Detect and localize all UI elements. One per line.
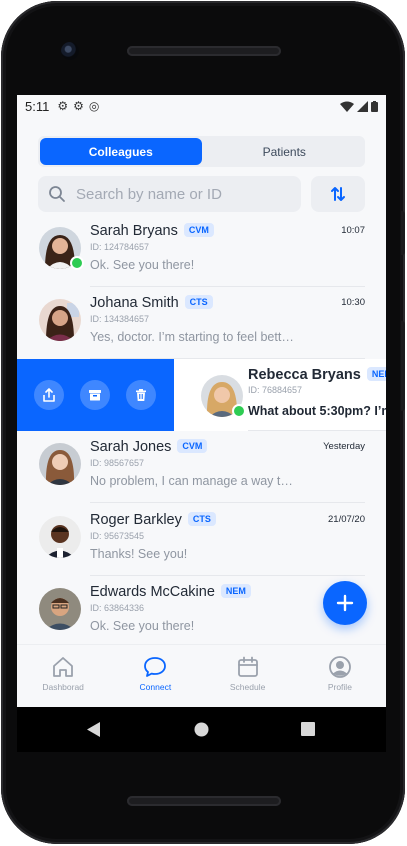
status-time: 5:11 [25,98,50,114]
contact-id: ID: 134384657 [90,314,150,324]
contact-name: Roger Barkley CTS [90,512,216,528]
list-item[interactable]: Roger Barkley CTS ID: 95673545 Thanks! Se… [17,504,386,576]
message-time: 21/07/20 [328,514,365,525]
avatar [39,516,81,558]
contact-id: ID: 95673545 [90,531,145,541]
divider [90,502,365,503]
contact-name-text: Johana Smith [90,295,179,311]
segment-control: Colleagues Patients [38,136,365,167]
sort-button[interactable] [311,176,365,212]
share-button[interactable] [34,380,64,410]
list-item-swiped[interactable]: Rebecca Bryans NEM ID: 76884657 What abou… [174,359,386,431]
plus-icon [336,594,354,612]
new-message-button[interactable] [323,581,367,625]
contact-id: ID: 124784657 [90,242,150,252]
power-button [401,321,405,411]
specialty-badge: CVM [183,223,214,237]
calendar-icon [237,656,258,677]
list-item[interactable]: Sarah Bryans CVM ID: 124784657 Ok. See yo… [17,215,386,287]
contact-id: ID: 63864336 [90,603,145,613]
bottom-speaker [127,796,281,806]
tab-colleagues[interactable]: Colleagues [40,138,202,165]
chat-icon [144,657,167,677]
specialty-badge: CTS [187,512,216,526]
specialty-badge: NEM [220,584,251,598]
archive-icon [89,390,101,401]
system-nav-bar [17,707,386,752]
contact-name-text: Rebecca Bryans [248,367,361,383]
message-time: Yesterday [323,441,365,452]
avatar [201,375,246,418]
nav-dashboard[interactable]: Dashborad [17,645,109,707]
avatar [39,588,81,630]
share-icon [43,388,55,402]
back-icon[interactable] [87,722,101,737]
front-camera [61,42,79,60]
avatar [39,443,81,485]
specialty-badge: NEM [366,367,386,381]
app-screen: 5:11 ⚙ ⚙ ◎ Colleagues Patients Search by… [17,95,386,707]
last-message: What about 5:30pm? I’m free then [248,404,386,418]
home-icon [53,657,74,677]
contact-name-text: Edwards McCakine [90,584,215,600]
avatar [39,299,81,341]
contact-name-text: Sarah Bryans [90,223,178,239]
nav-connect[interactable]: Connect [109,645,201,707]
contact-name: Edwards McCakine NEM [90,584,251,600]
last-message: No problem, I can manage a way to be the… [90,474,295,488]
avatar [39,227,84,270]
last-message: Ok. See you there! [90,258,195,272]
nav-schedule[interactable]: Schedule [202,645,294,707]
message-time: 10:07 [341,225,365,236]
nav-label: Profile [327,682,352,692]
specialty-badge: CVM [177,439,208,453]
contact-name-text: Roger Barkley [90,512,182,528]
search-icon [49,186,65,202]
contact-name: Johana Smith CTS [90,295,213,311]
status-bar: 5:11 ⚙ ⚙ ◎ [17,95,386,117]
tab-patients[interactable]: Patients [204,136,366,167]
sort-icon [331,187,345,201]
last-message: Thanks! See you! [90,547,188,561]
recents-icon[interactable] [301,722,315,736]
contact-id: ID: 98567657 [90,458,145,468]
wifi-icon [340,101,354,112]
battery-icon [371,100,378,112]
nav-profile[interactable]: Profile [294,645,386,707]
bottom-nav: Dashborad Connect Schedule Profile [17,644,386,707]
archive-button[interactable] [80,380,110,410]
nav-label: Schedule [229,682,266,692]
nav-label: Dashborad [42,682,84,692]
status-right [340,100,378,112]
volume-button [401,211,405,255]
last-message: Yes, doctor. I’m starting to feel better… [90,330,295,344]
swipe-actions [17,359,174,431]
sync-icon: ◎ [88,99,100,113]
online-indicator [70,256,84,270]
message-time: 10:30 [341,297,365,308]
delete-button[interactable] [126,380,156,410]
contact-name: Sarah Bryans CVM [90,223,214,239]
list-item[interactable]: Johana Smith CTS ID: 134384657 Yes, docto… [17,287,386,359]
settings-icon: ⚙ [57,99,69,113]
top-speaker [127,46,281,56]
profile-icon [328,656,351,678]
online-indicator [232,404,246,418]
home-nav-icon[interactable] [194,722,209,737]
list-item[interactable]: Sarah Jones CVM ID: 98567657 No problem, … [17,431,386,503]
signal-icon [357,100,368,112]
trash-icon [136,389,146,401]
last-message: Ok. See you there! [90,619,195,633]
contact-name: Sarah Jones CVM [90,439,208,455]
nav-label: Connect [139,682,172,692]
contact-id: ID: 76884657 [248,385,303,395]
specialty-badge: CTS [184,295,213,309]
search-bar[interactable] [38,176,301,212]
contact-name: Rebecca Bryans NEM [248,367,386,383]
search-input[interactable] [76,185,276,203]
settings-icon: ⚙ [73,99,84,113]
contact-name-text: Sarah Jones [90,439,172,455]
